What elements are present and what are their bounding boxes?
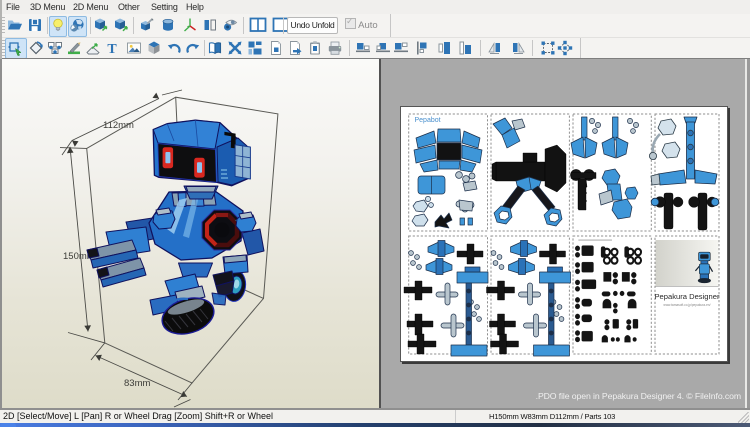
svg-text:T: T — [107, 42, 117, 56]
svg-text:Pepabot: Pepabot — [415, 117, 441, 124]
svg-text:83mm: 83mm — [124, 378, 150, 389]
svg-text:www.tamasoft.co.jp/pepakura-en: www.tamasoft.co.jp/pepakura-en/ — [663, 303, 710, 307]
svg-text:112mm: 112mm — [103, 120, 134, 131]
svg-text:Pepakura Designer: Pepakura Designer — [654, 292, 719, 301]
